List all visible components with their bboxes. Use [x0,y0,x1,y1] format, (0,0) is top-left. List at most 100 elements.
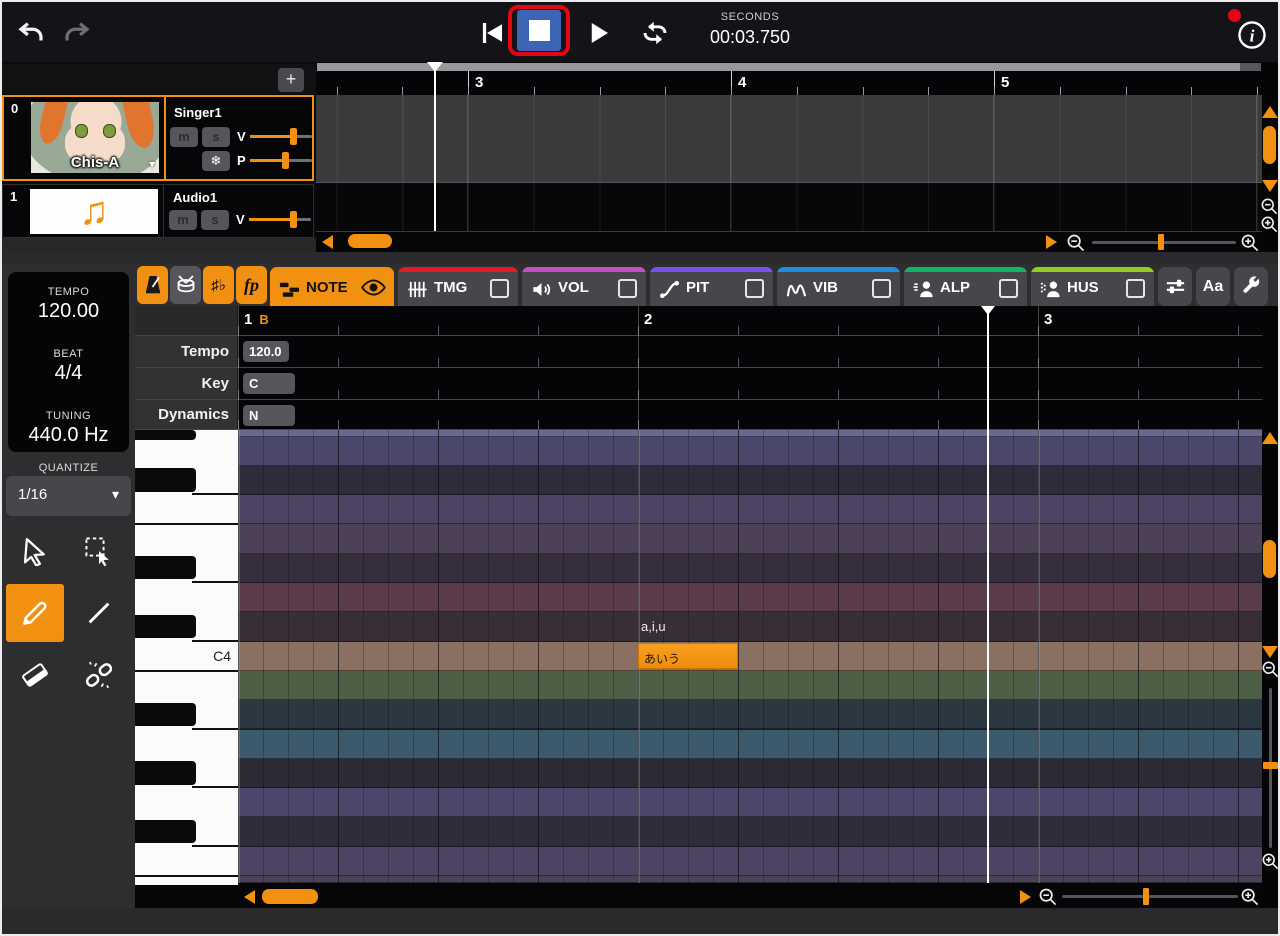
track-row-audio1[interactable]: 1 ♫ Audio1 m s V [2,184,314,238]
time-display[interactable]: 00:03.750 [690,27,810,48]
scroll-left-arrow[interactable] [244,890,255,904]
scroll-down-arrow[interactable] [1262,180,1278,192]
tab-checkbox[interactable] [745,279,764,298]
tab-checkbox[interactable] [872,279,891,298]
pitch-row-E4[interactable] [238,524,1262,554]
zoom-slider-thumb[interactable] [1158,234,1164,250]
tab-note[interactable]: NOTE [270,267,394,306]
mute-button[interactable]: m [169,210,197,230]
voice-chevron-down-icon[interactable]: ▾ [149,157,155,171]
vzoom-out-icon[interactable] [1261,660,1278,679]
skip-to-start-button[interactable] [476,17,508,49]
redo-button[interactable] [60,18,94,48]
vscroll-thumb[interactable] [1263,540,1276,578]
tab-checkbox[interactable] [490,279,509,298]
hscroll-thumb[interactable] [348,234,392,248]
tab-vib[interactable]: VIB [777,267,900,306]
volume-slider[interactable] [250,128,312,145]
vzoom-slider-thumb[interactable] [1263,762,1278,769]
pitch-row-F#3[interactable] [238,817,1262,847]
scroll-up-arrow[interactable] [1262,432,1278,444]
pitch-row-G3[interactable] [238,788,1262,818]
dynamics-row[interactable]: Dynamics N [135,400,1262,430]
zoom-out-icon[interactable] [1066,233,1085,252]
mute-button[interactable]: m [170,127,198,147]
button-mixer[interactable] [1158,267,1192,306]
toggle-drum[interactable] [170,266,201,304]
zoom-out-icon[interactable] [1038,887,1057,906]
pitch-row-C4[interactable] [238,641,1262,671]
quantize-dropdown[interactable]: 1/16 ▾ [6,476,131,516]
tool-eraser[interactable] [6,646,64,704]
solo-button[interactable]: s [201,210,229,230]
piano-key-black-F#4[interactable] [135,468,196,492]
pianoroll-ruler[interactable]: 1B 2 3 [135,306,1262,336]
scroll-right-arrow[interactable] [1020,890,1031,904]
piano-key-black-G#4[interactable] [135,430,196,440]
tab-alp[interactable]: ALP [904,267,1027,306]
freeze-button[interactable]: ❄ [202,151,230,171]
zoom-slider-thumb[interactable] [1143,888,1149,905]
tab-pit[interactable]: PIT [650,267,773,306]
tool-pointer[interactable] [6,522,64,580]
tab-checkbox[interactable] [999,279,1018,298]
tab-tmg[interactable]: TMG [398,267,518,306]
pitch-row-F3[interactable] [238,846,1262,876]
scroll-up-arrow[interactable] [1262,106,1278,118]
dynamics-row-value[interactable]: N [243,405,295,426]
button-aa[interactable]: Aa [1196,267,1230,306]
tab-hus[interactable]: HUS [1031,267,1154,306]
pitch-row-F#4[interactable] [238,465,1262,496]
pitch-row-C#4[interactable] [238,612,1262,642]
vzoom-in-icon[interactable] [1260,215,1278,234]
pitch-row-A3[interactable] [238,729,1262,759]
arrange-lane-audio[interactable] [316,183,1262,232]
pitch-row-D#4[interactable] [238,553,1262,583]
tool-pencil[interactable] [6,584,64,642]
scroll-down-arrow[interactable] [1262,646,1278,658]
tab-checkbox[interactable] [618,279,637,298]
piano-key-black-C#4[interactable] [135,614,196,639]
section-marker[interactable]: B [259,312,268,327]
singer-avatar[interactable]: Chis-A ▾ [31,102,159,173]
piano-key-black-D#4[interactable] [135,556,196,580]
loop-button[interactable] [638,17,672,49]
pitch-row-F4[interactable] [238,495,1262,525]
piano-key-black-G#3[interactable] [135,761,196,785]
scroll-right-arrow[interactable] [1046,235,1057,249]
zoom-slider[interactable] [1092,241,1236,244]
arrange-lane-singer[interactable] [316,95,1262,183]
key-row-value[interactable]: C [243,373,295,394]
key-row[interactable]: Key C [135,368,1262,400]
zoom-slider[interactable] [1062,895,1238,898]
toggle-metronome[interactable] [137,266,168,304]
pitch-row-E3[interactable] [238,876,1262,883]
undo-button[interactable] [14,18,48,48]
vzoom-out-icon[interactable] [1260,197,1278,216]
piano-key-black-A#3[interactable] [135,702,196,726]
pitch-row-G4[interactable] [238,436,1262,466]
tempo-row-value[interactable]: 120.0 [243,341,289,362]
tool-line[interactable] [70,584,128,642]
zoom-in-icon[interactable] [1240,887,1259,906]
pitch-row-G#3[interactable] [238,758,1262,789]
audio-thumbnail[interactable]: ♫ [30,189,158,234]
tool-unlink[interactable] [70,646,128,704]
toggle-accidentals[interactable]: ♯♭ [203,266,234,304]
arrange-ruler[interactable]: 3 4 5 [316,71,1262,95]
tool-marquee[interactable] [70,522,128,580]
pan-slider[interactable] [250,152,312,169]
pitch-row-A#3[interactable] [238,700,1262,730]
note-grid[interactable]: a,i,u あいう [238,430,1262,883]
piano-keyboard[interactable]: C4 [135,430,238,886]
tab-vol[interactable]: VOL [522,267,646,306]
add-track-button[interactable]: + [278,68,304,92]
eye-icon[interactable] [361,279,386,296]
volume-slider[interactable] [249,211,311,228]
scroll-left-arrow[interactable] [322,235,333,249]
arrange-top-scrollbar[interactable] [317,63,1261,71]
vscroll-thumb[interactable] [1263,126,1276,164]
midi-note[interactable]: あいう [638,643,738,670]
tab-checkbox[interactable] [1126,279,1145,298]
pitch-row-B3[interactable] [238,670,1262,701]
